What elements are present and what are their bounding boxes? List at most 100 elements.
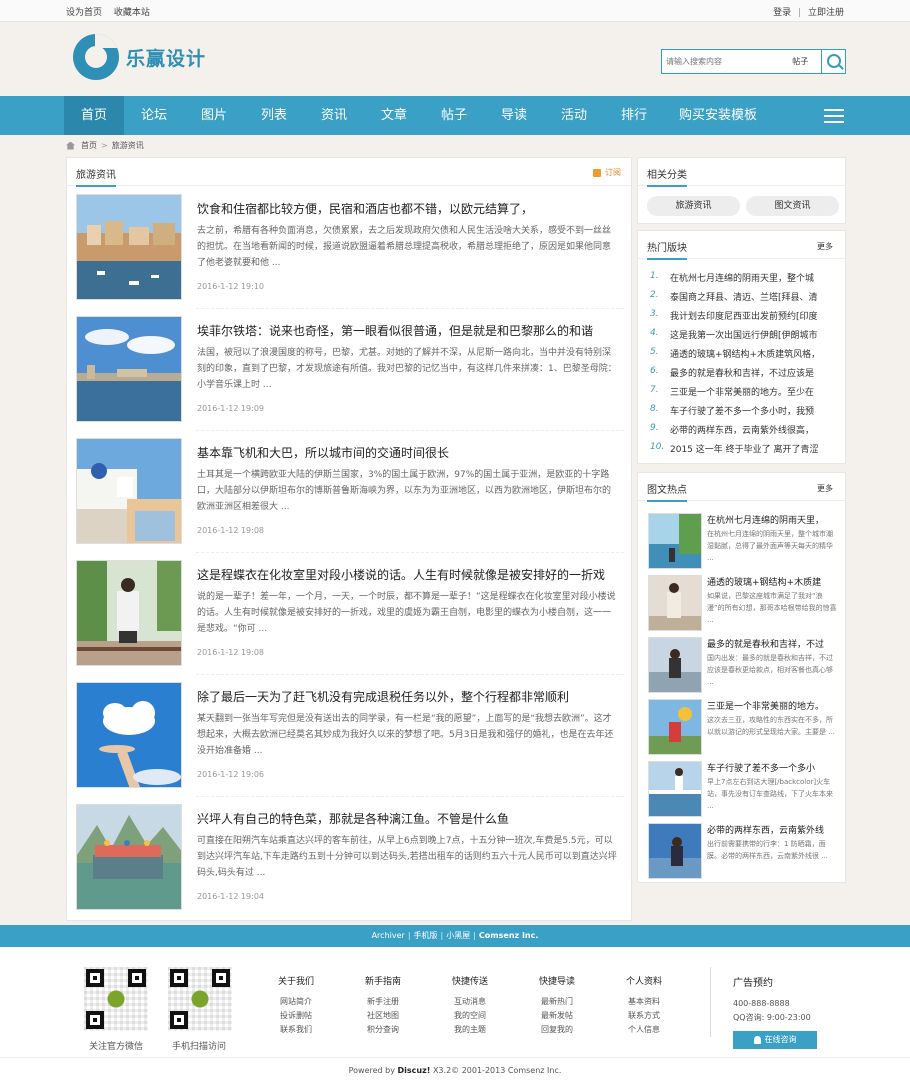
list-item[interactable]: 4. 这是我第一次出国远行伊朗[伊朗城市 xyxy=(650,328,840,347)
footer-link[interactable]: 我的空间 xyxy=(435,1009,505,1023)
mobile-link[interactable]: 手机版 xyxy=(414,931,438,940)
register-link[interactable]: 立即注册 xyxy=(808,8,844,18)
footer-link[interactable]: 社区地图 xyxy=(348,1009,418,1023)
article-title[interactable]: 这是程蝶衣在化妆室里对段小楼说的话。人生有时候就像是被安排好的一折戏 xyxy=(197,566,627,583)
nav-item-posts[interactable]: 帖子 xyxy=(424,96,484,135)
category-picture-news[interactable]: 图文资讯 xyxy=(746,196,839,216)
pic-title[interactable]: 最多的就是春秋和吉祥，不过 xyxy=(707,637,839,650)
pic-thumbnail[interactable] xyxy=(648,637,702,693)
top-bar: 设为首页 收藏本站 登录 | 立即注册 xyxy=(0,0,910,22)
pic-title[interactable]: 必带的两样东西，云南紫外线 xyxy=(707,823,839,836)
pic-title[interactable]: 通透的玻璃+钢结构+木质建 xyxy=(707,575,839,588)
category-panel: 相关分类 旅游资讯 图文资讯 xyxy=(637,157,846,224)
article-thumbnail[interactable] xyxy=(76,194,182,300)
rss-link[interactable]: 订阅 xyxy=(593,167,621,178)
footer-link[interactable]: 我的主题 xyxy=(435,1023,505,1037)
company-link[interactable]: Comsenz Inc. xyxy=(479,931,538,940)
footer-column-profile: 个人资料 基本资料 联系方式 个人信息 xyxy=(609,974,679,1037)
list-item[interactable]: 5. 通透的玻璃+钢结构+木质建筑风格， xyxy=(650,347,840,366)
pic-thumbnail[interactable] xyxy=(648,513,702,569)
pic-thumbnail[interactable] xyxy=(648,699,702,755)
footer-link[interactable]: 联系方式 xyxy=(609,1009,679,1023)
article-date: 2016-1-12 19:08 xyxy=(197,648,264,657)
article-thumbnail[interactable] xyxy=(76,316,182,422)
nav-item-news[interactable]: 资讯 xyxy=(304,96,364,135)
category-travel-news[interactable]: 旅游资讯 xyxy=(647,196,740,216)
breadcrumb-separator: > xyxy=(101,141,108,150)
article-title[interactable]: 埃菲尔铁塔：说来也奇怪，第一眼看似很普通，但是就是和巴黎那么的和谐 xyxy=(197,322,627,339)
login-link[interactable]: 登录 xyxy=(773,8,791,18)
article-list-panel: 旅游资讯 订阅 饮食和住宿都比较方便，民宿和酒店也都不错，以欧元结算了， 去之前… xyxy=(66,157,632,921)
more-link[interactable]: 更多 xyxy=(817,483,833,494)
list-item[interactable]: 8. 车子行驶了差不多一个多小时，我预 xyxy=(650,404,840,423)
set-home-link[interactable]: 设为首页 xyxy=(66,8,102,18)
menu-icon[interactable] xyxy=(824,109,844,123)
article-title[interactable]: 除了最后一天为了赶飞机没有完成退税任务以外，整个行程都非常顺利 xyxy=(197,688,627,705)
list-item: 通透的玻璃+钢结构+木质建 如果说，巴黎这座城市满足了我对“浪漫”的所有幻想，那… xyxy=(648,575,840,631)
footer-link[interactable]: 互动消息 xyxy=(435,995,505,1009)
search-input[interactable] xyxy=(662,50,780,73)
qr-code-mobile xyxy=(166,965,234,1033)
footer-link[interactable]: 最新发帖 xyxy=(522,1009,592,1023)
breadcrumb-current[interactable]: 旅游资讯 xyxy=(112,140,144,151)
footer-link[interactable]: 最新热门 xyxy=(522,995,592,1009)
search-button[interactable] xyxy=(821,50,845,73)
footer-link[interactable]: 新手注册 xyxy=(348,995,418,1009)
article-date: 2016-1-12 19:08 xyxy=(197,526,264,535)
main-nav: 首页 论坛 图片 列表 资讯 文章 帖子 导读 活动 排行 购买安装模板 xyxy=(0,96,910,135)
article-thumbnail[interactable] xyxy=(76,438,182,544)
darkroom-link[interactable]: 小黑屋 xyxy=(446,931,470,940)
pic-thumbnail[interactable] xyxy=(648,823,702,879)
article-title[interactable]: 饮食和住宿都比较方便，民宿和酒店也都不错，以欧元结算了， xyxy=(197,200,627,217)
separator: | xyxy=(407,931,411,940)
search-type-select[interactable]: 帖子 xyxy=(779,50,821,73)
copyright: Powered by Discuz! X3.2© 2001-2013 Comse… xyxy=(0,1057,910,1075)
footer-link[interactable]: 基本资料 xyxy=(609,995,679,1009)
pic-thumbnail[interactable] xyxy=(648,761,702,817)
pic-title[interactable]: 在杭州七月连绵的阴雨天里， xyxy=(707,513,839,526)
pic-title[interactable]: 车子行驶了差不多一个多小 xyxy=(707,761,839,774)
separator: | xyxy=(798,8,802,18)
site-logo[interactable]: 乐赢设计 xyxy=(73,34,206,80)
nav-item-home[interactable]: 首页 xyxy=(64,96,124,135)
list-item[interactable]: 7. 三亚是一个非常美丽的地方。至少在 xyxy=(650,385,840,404)
pic-thumbnail[interactable] xyxy=(648,575,702,631)
list-item[interactable]: 3. 我计划去印度尼西亚出发前预约[印度 xyxy=(650,309,840,328)
article-title[interactable]: 兴坪人有自己的特色菜，那就是各种漓江鱼。不管是什么鱼 xyxy=(197,810,627,827)
more-link[interactable]: 更多 xyxy=(817,241,833,252)
footer-link[interactable]: 网站简介 xyxy=(261,995,331,1009)
list-item[interactable]: 1. 在杭州七月连绵的阴雨天里，整个城 xyxy=(650,271,840,290)
article-thumbnail[interactable] xyxy=(76,560,182,666)
nav-item-articles[interactable]: 文章 xyxy=(364,96,424,135)
article-thumbnail[interactable] xyxy=(76,804,182,910)
pic-title[interactable]: 三亚是一个非常美丽的地方。 xyxy=(707,699,839,712)
list-item[interactable]: 10. 2015 这一年 终于毕业了 离开了青涩 xyxy=(650,442,840,461)
list-item[interactable]: 6. 最多的就是春秋和吉祥，不过应该是 xyxy=(650,366,840,385)
nav-item-guide[interactable]: 导读 xyxy=(484,96,544,135)
nav-item-activity[interactable]: 活动 xyxy=(544,96,604,135)
article-title[interactable]: 基本靠飞机和大巴，所以城市间的交通时间很长 xyxy=(197,444,627,461)
footer-link[interactable]: 投诉删帖 xyxy=(261,1009,331,1023)
nav-item-forum[interactable]: 论坛 xyxy=(124,96,184,135)
list-item: 饮食和住宿都比较方便，民宿和酒店也都不错，以欧元结算了， 去之前，希腊有各种负面… xyxy=(76,194,627,309)
footer-link[interactable]: 回复我的 xyxy=(522,1023,592,1037)
favorite-link[interactable]: 收藏本站 xyxy=(114,8,150,18)
nav-item-ranking[interactable]: 排行 xyxy=(604,96,664,135)
pic-summary: 国内出发：最多的就是春秋和吉祥，不过应该是春秋更给款点，相对客餐也真心够 ... xyxy=(707,654,833,686)
archiver-link[interactable]: Archiver xyxy=(372,931,405,940)
footer-link[interactable]: 积分查询 xyxy=(348,1023,418,1037)
list-item[interactable]: 9. 必带的两样东西，云南紫外线很高， xyxy=(650,423,840,442)
list-item: 除了最后一天为了赶飞机没有完成退税任务以外，整个行程都非常顺利 某天翻到一张当年… xyxy=(76,682,627,797)
list-item[interactable]: 2. 泰国商之拜县、清迈、兰塔[拜县、清 xyxy=(650,290,840,309)
home-icon[interactable] xyxy=(66,141,75,150)
nav-item-buy-template[interactable]: 购买安装模板 xyxy=(664,96,772,135)
nav-item-list[interactable]: 列表 xyxy=(244,96,304,135)
list-item: 埃菲尔铁塔：说来也奇怪，第一眼看似很普通，但是就是和巴黎那么的和谐 法国，被冠以… xyxy=(76,316,627,431)
breadcrumb-home[interactable]: 首页 xyxy=(81,140,97,151)
nav-item-pictures[interactable]: 图片 xyxy=(184,96,244,135)
online-consult-button[interactable]: 在线咨询 xyxy=(733,1031,817,1049)
footer-link[interactable]: 个人信息 xyxy=(609,1023,679,1037)
footer-link[interactable]: 联系我们 xyxy=(261,1023,331,1037)
article-thumbnail[interactable] xyxy=(76,682,182,788)
discuz-link[interactable]: Discuz! xyxy=(398,1066,431,1075)
